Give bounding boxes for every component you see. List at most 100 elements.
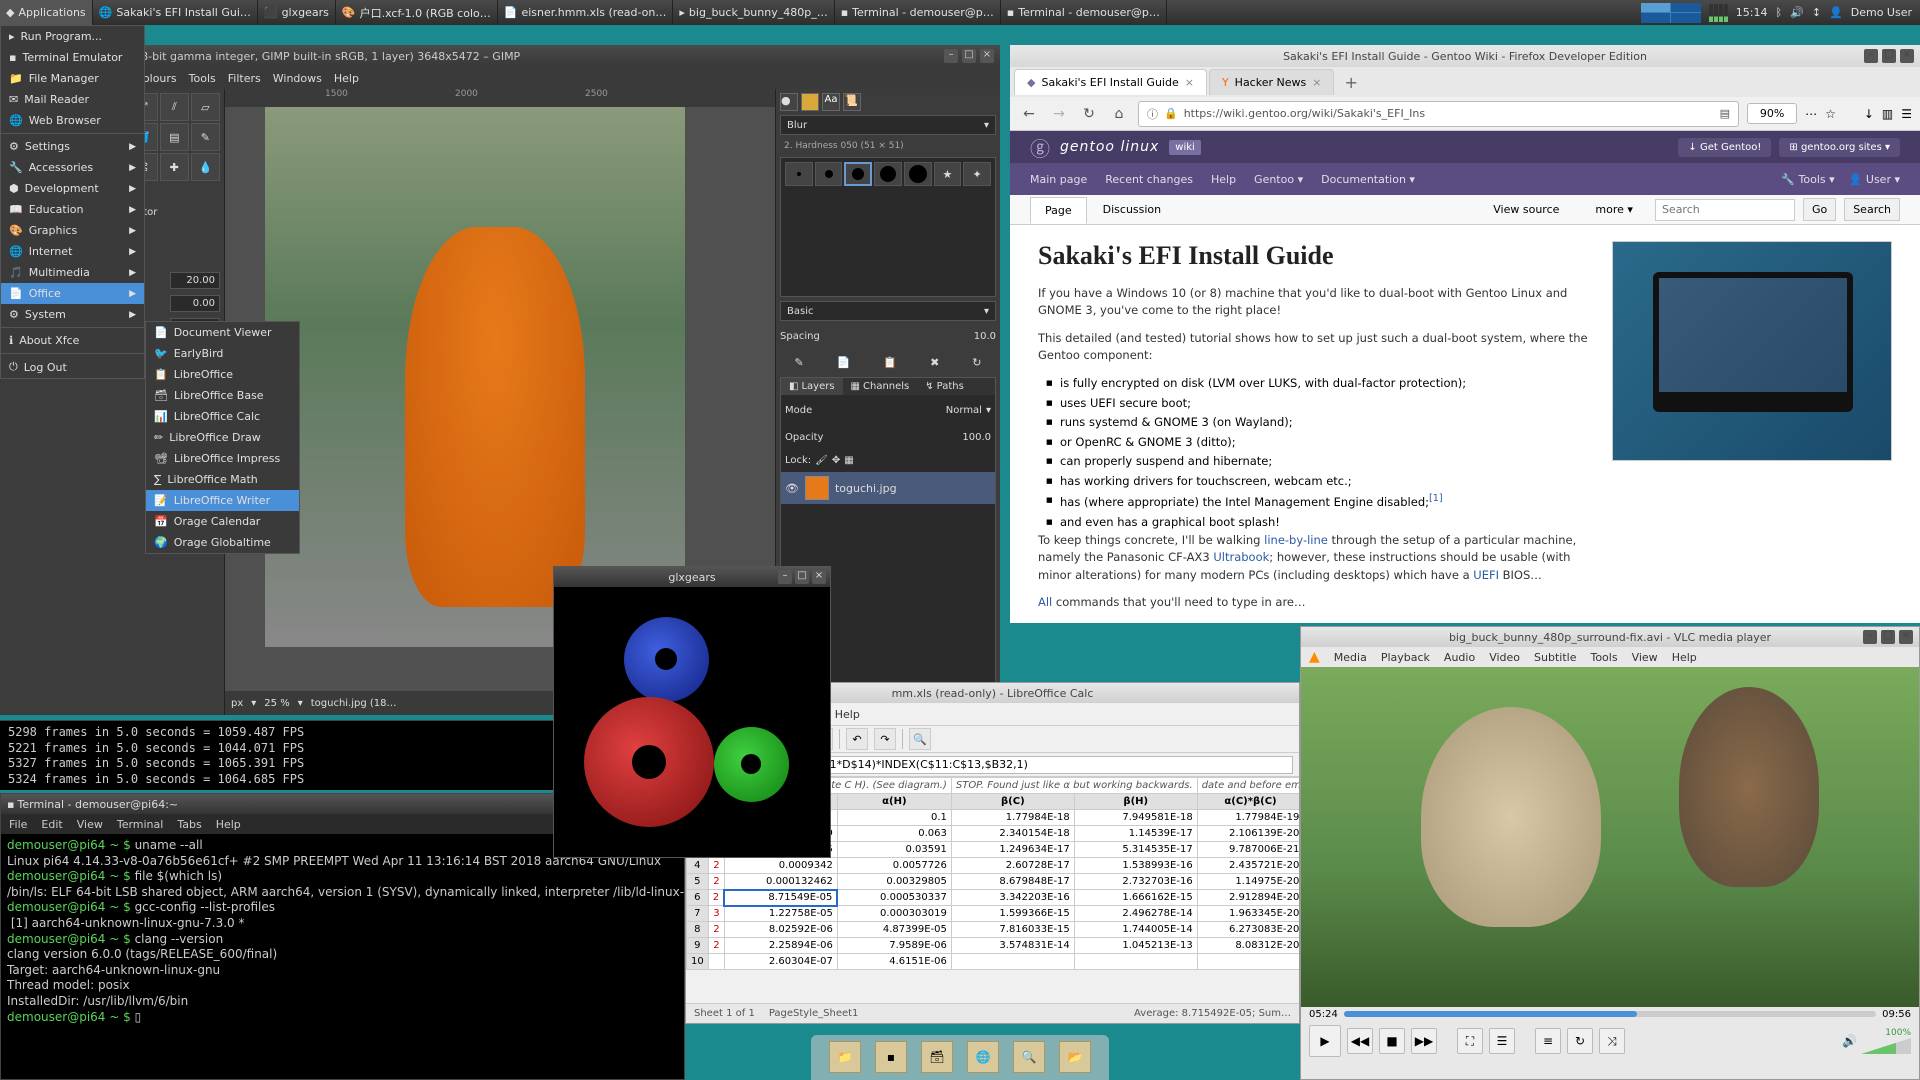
glxgears-titlebar[interactable]: glxgears –□×	[554, 567, 830, 587]
vlc-menu-media[interactable]: Media	[1334, 651, 1367, 664]
stop-button[interactable]: ■	[1379, 1028, 1405, 1054]
play-button[interactable]: ▶	[1309, 1025, 1341, 1057]
vlc-menu-help[interactable]: Help	[1672, 651, 1697, 664]
submenu-libreoffice-writer[interactable]: 📝LibreOffice Writer	[146, 490, 299, 511]
tool-gradient[interactable]: ▤	[160, 123, 189, 151]
tab-close-icon[interactable]: ×	[1185, 76, 1194, 89]
maximize-button[interactable]: □	[795, 570, 809, 584]
submenu-libreoffice-draw[interactable]: ✏LibreOffice Draw	[146, 427, 299, 448]
zoom-indicator[interactable]: 90%	[1747, 103, 1797, 124]
nav-main-page[interactable]: Main page	[1030, 173, 1087, 186]
dock-terminal[interactable]: ▪	[875, 1041, 907, 1073]
info-icon[interactable]: ⓘ	[1147, 106, 1158, 122]
nav-tools[interactable]: 🔧 Tools ▾	[1781, 173, 1834, 186]
firefox-titlebar[interactable]: Sakaki's EFI Install Guide - Gentoo Wiki…	[1010, 45, 1920, 67]
menu-run-program[interactable]: ▸Run Program...	[1, 26, 144, 47]
browser-tab[interactable]: YHacker News×	[1209, 69, 1335, 95]
tool-pencil[interactable]: ✎	[191, 123, 220, 151]
nav-user[interactable]: 👤 User ▾	[1849, 173, 1900, 186]
vlc-video[interactable]	[1301, 667, 1919, 1007]
taskbar-item[interactable]: ▸big_buck_bunny_480p_…	[673, 0, 834, 25]
vlc-menu-tools[interactable]: Tools	[1590, 651, 1617, 664]
home-button[interactable]: ⌂	[1108, 103, 1130, 125]
dock-tab-brushes[interactable]: ●	[780, 93, 798, 111]
close-button[interactable]: ×	[812, 570, 826, 584]
seek-slider[interactable]	[1344, 1011, 1876, 1017]
brush-duplicate-icon[interactable]: 📋	[883, 356, 897, 369]
forward-button[interactable]: →	[1048, 103, 1070, 125]
applications-menu-button[interactable]: ◆ Applications	[0, 0, 93, 25]
channels-tab[interactable]: ▦ Channels	[843, 378, 918, 395]
term-menu-tabs[interactable]: Tabs	[177, 818, 201, 831]
tab-close-icon[interactable]: ×	[1312, 76, 1321, 89]
brush-grid[interactable]: ★ ✦	[780, 157, 996, 297]
hamburger-menu-icon[interactable]: ☰	[1901, 107, 1912, 121]
menu-internet[interactable]: 🌐Internet▶	[1, 241, 144, 262]
minimize-button[interactable]: –	[778, 570, 792, 584]
url-bar[interactable]: ⓘ 🔒 https://wiki.gentoo.org/wiki/Sakaki'…	[1138, 101, 1739, 127]
tool-perspective[interactable]: ▱	[191, 93, 220, 121]
network-icon[interactable]: ↕	[1812, 6, 1821, 19]
layer-row[interactable]: 👁 toguchi.jpg	[781, 472, 995, 504]
taskbar-item[interactable]: ⬛glxgears	[258, 0, 336, 25]
wiki-search-button[interactable]: Search	[1844, 198, 1900, 221]
volume-icon[interactable]: 🔊	[1790, 6, 1804, 19]
term-menu-help[interactable]: Help	[216, 818, 241, 831]
taskbar-item[interactable]: ▪Terminal - demouser@p…	[835, 0, 1001, 25]
wiki-ref[interactable]: [1]	[1429, 493, 1443, 504]
tool-blur[interactable]: 💧	[191, 153, 220, 181]
wiki-view-source[interactable]: View source	[1479, 197, 1573, 222]
vlc-menu-video[interactable]: Video	[1489, 651, 1520, 664]
submenu-libreoffice-base[interactable]: 🗃LibreOffice Base	[146, 385, 299, 406]
terminal-body[interactable]: demouser@pi64 ~ $ uname --allLinux pi64 …	[1, 834, 684, 1029]
menu-office[interactable]: 📄Office▶	[1, 283, 144, 304]
wiki-tab-discussion[interactable]: Discussion	[1089, 197, 1176, 222]
dock-web-browser[interactable]: 🌐	[967, 1041, 999, 1073]
menu-file-manager[interactable]: 📁File Manager	[1, 68, 144, 89]
find-icon[interactable]: 🔍	[909, 728, 931, 750]
wiki-more[interactable]: more ▾	[1581, 197, 1647, 222]
dock-home-folder[interactable]: 📁	[829, 1041, 861, 1073]
taskbar-item[interactable]: 🎨户口.xcf-1.0 (RGB colo…	[336, 0, 498, 25]
taskbar-item[interactable]: ▪Terminal - demouser@p…	[1001, 0, 1167, 25]
tool-shear[interactable]: ⫽	[160, 93, 189, 121]
submenu-libreoffice-calc[interactable]: 📊LibreOffice Calc	[146, 406, 299, 427]
wiki-link[interactable]: line-by-line	[1264, 533, 1328, 547]
submenu-orage-globaltime[interactable]: 🌍Orage Globaltime	[146, 532, 299, 553]
menu-settings[interactable]: ⚙Settings▶	[1, 136, 144, 157]
lock-alpha-icon[interactable]: ▦	[844, 455, 853, 466]
taskbar-item[interactable]: 📄eisner.hmm.xls (read-on…	[498, 0, 674, 25]
submenu-orage-calendar[interactable]: 📅Orage Calendar	[146, 511, 299, 532]
menu-accessories[interactable]: 🔧Accessories▶	[1, 157, 144, 178]
zoom-selector[interactable]: 25 %	[264, 698, 289, 709]
menu-mail-reader[interactable]: ✉Mail Reader	[1, 89, 144, 110]
reload-button[interactable]: ↻	[1078, 103, 1100, 125]
layer-visibility-icon[interactable]: 👁	[785, 482, 799, 495]
tool-heal[interactable]: ✚	[160, 153, 189, 181]
brush-refresh-icon[interactable]: ↻	[972, 356, 981, 369]
bluetooth-icon[interactable]: ᛒ	[1776, 6, 1783, 19]
close-button[interactable]: ×	[1900, 49, 1914, 63]
dock-tab-history[interactable]: 📜	[843, 93, 861, 111]
library-icon[interactable]: ▥	[1882, 107, 1893, 121]
close-button[interactable]: ×	[1899, 630, 1913, 644]
nav-help[interactable]: Help	[1211, 173, 1236, 186]
menu-terminal-emulator[interactable]: ▪Terminal Emulator	[1, 47, 144, 68]
playlist-button[interactable]: ≡	[1535, 1028, 1561, 1054]
downloads-icon[interactable]: ↓	[1864, 107, 1874, 121]
menu-graphics[interactable]: 🎨Graphics▶	[1, 220, 144, 241]
submenu-libreoffice-impress[interactable]: 📽LibreOffice Impress	[146, 448, 299, 469]
menu-development[interactable]: ⬢Development▶	[1, 178, 144, 199]
wiki-tab-page[interactable]: Page	[1030, 197, 1087, 224]
term-menu-file[interactable]: File	[9, 818, 27, 831]
loop-button[interactable]: ↻	[1567, 1028, 1593, 1054]
vlc-menu-audio[interactable]: Audio	[1444, 651, 1475, 664]
volume-slider[interactable]	[1861, 1038, 1911, 1054]
dock-tab-fonts[interactable]: Aa	[822, 93, 840, 111]
menu-web-browser[interactable]: 🌐Web Browser	[1, 110, 144, 131]
user-label[interactable]: Demo User	[1851, 6, 1912, 19]
wiki-link[interactable]: UEFI	[1473, 568, 1499, 582]
browser-tab[interactable]: ◆Sakaki's EFI Install Guide×	[1014, 69, 1207, 95]
page-actions-icon[interactable]: ⋯	[1805, 107, 1817, 121]
extended-settings-button[interactable]: ☰	[1489, 1028, 1515, 1054]
